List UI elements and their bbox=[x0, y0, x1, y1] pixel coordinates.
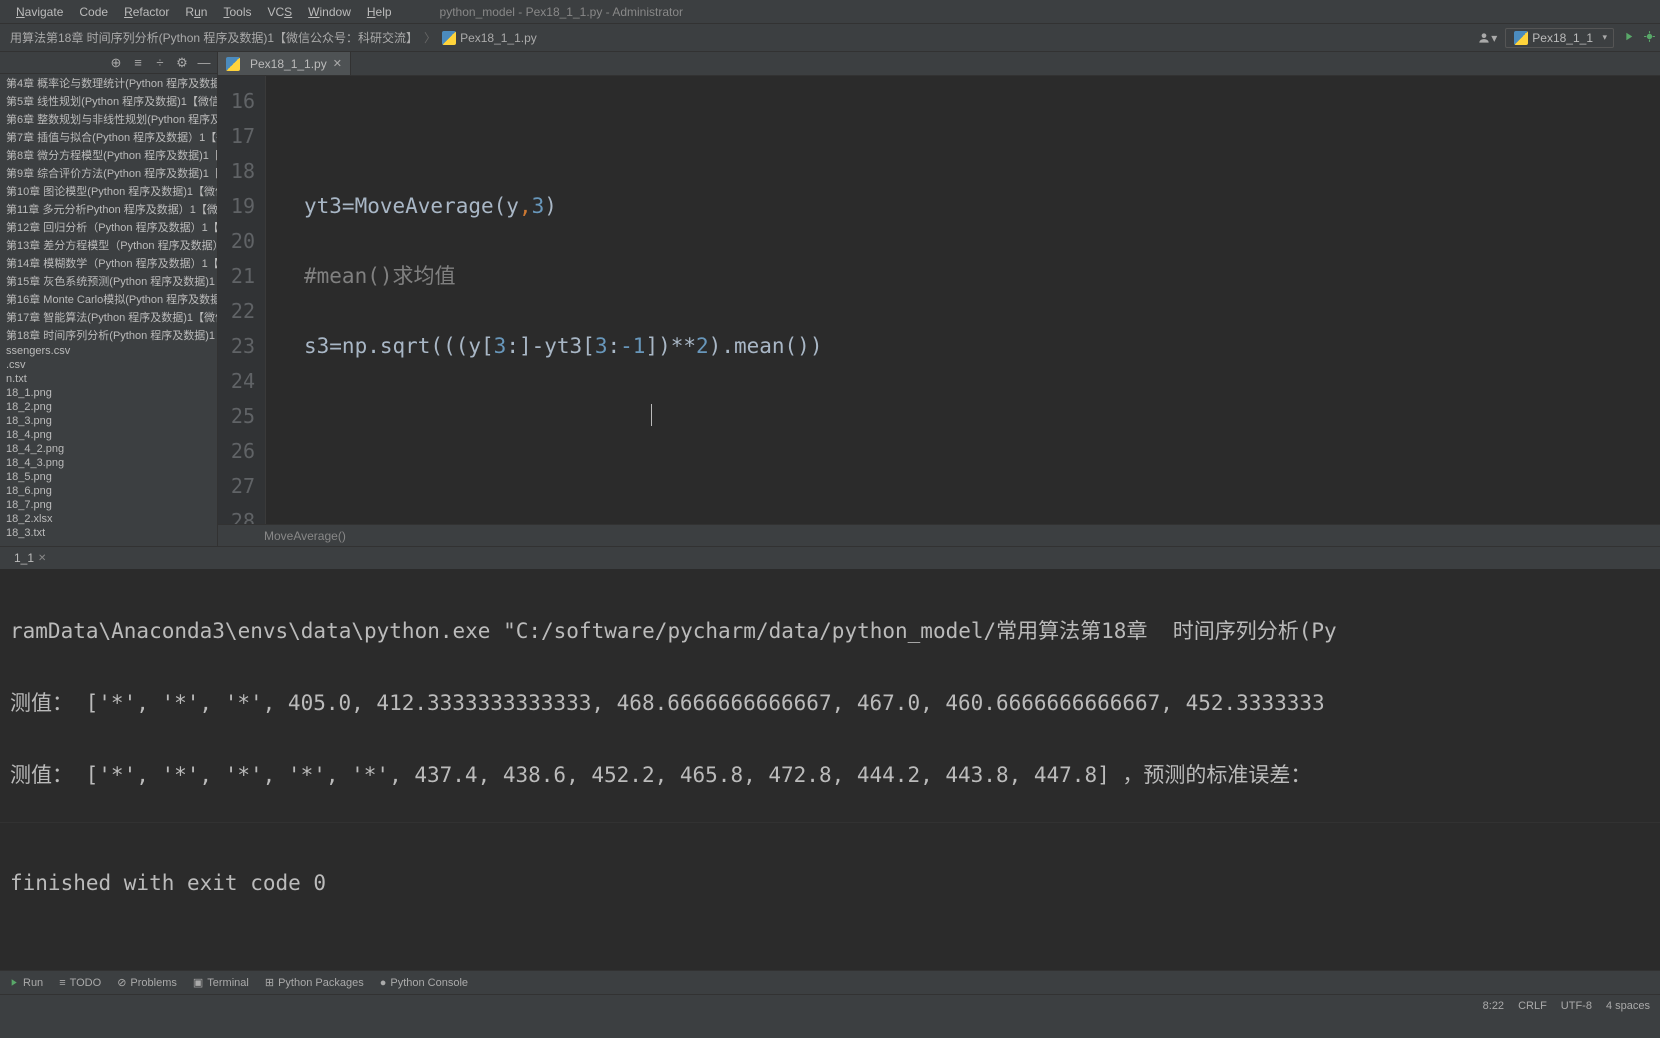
menu-help[interactable]: Help bbox=[359, 3, 400, 21]
close-icon[interactable]: ✕ bbox=[333, 57, 342, 70]
code-content[interactable]: yt3=MoveAverage(y,3) #mean()求均值 s3=np.sq… bbox=[266, 76, 1660, 524]
tree-item[interactable]: 第12章 回归分析（Python 程序及数据）1【微信公 bbox=[0, 218, 217, 236]
tree-item[interactable]: 第15章 灰色系统预测(Python 程序及数据)1【微信 bbox=[0, 272, 217, 290]
tree-item[interactable]: 18_1.png bbox=[0, 386, 217, 400]
tab-label: Pex18_1_1.py bbox=[250, 57, 327, 71]
expand-icon[interactable]: ≡ bbox=[131, 56, 145, 70]
indent-setting[interactable]: 4 spaces bbox=[1606, 1000, 1650, 1012]
tree-item[interactable]: 18_3.txt bbox=[0, 526, 217, 540]
terminal-tool-button[interactable]: ▣ Terminal bbox=[193, 976, 249, 989]
tree-item[interactable]: 18_4_3.png bbox=[0, 456, 217, 470]
tree-item[interactable]: 第8章 微分方程模型(Python 程序及数据)1【微信 bbox=[0, 146, 217, 164]
bottom-tool-bar: Run ≡ TODO ⊘ Problems ▣ Terminal ⊞ Pytho… bbox=[0, 970, 1660, 994]
tree-item[interactable]: .csv bbox=[0, 358, 217, 372]
editor-tab[interactable]: Pex18_1_1.py ✕ bbox=[218, 52, 351, 75]
tree-item[interactable]: 第4章 概率论与数理统计(Python 程序及数据)1 bbox=[0, 74, 217, 92]
tree-item[interactable]: 18_2.png bbox=[0, 400, 217, 414]
menu-navigate[interactable]: Navigate bbox=[8, 3, 71, 21]
breadcrumb-context: MoveAverage() bbox=[218, 524, 1660, 546]
gutter: 16171819202122232425262728 bbox=[218, 76, 266, 524]
cursor-position[interactable]: 8:22 bbox=[1483, 1000, 1504, 1012]
menu-vcs[interactable]: VCS bbox=[259, 3, 300, 21]
menu-tools[interactable]: Tools bbox=[215, 3, 259, 21]
tree-item[interactable]: 18_6.png bbox=[0, 484, 217, 498]
tree-item[interactable]: 18_5.png bbox=[0, 470, 217, 484]
tree-item[interactable]: 第17章 智能算法(Python 程序及数据)1【微信公众 bbox=[0, 308, 217, 326]
tree-item[interactable]: 第6章 整数规划与非线性规划(Python 程序及数据 bbox=[0, 110, 217, 128]
editor-body[interactable]: 16171819202122232425262728 yt3=MoveAvera… bbox=[218, 76, 1660, 524]
line-separator[interactable]: CRLF bbox=[1518, 1000, 1547, 1012]
menu-run[interactable]: Run bbox=[177, 3, 215, 21]
main-layout: ⊕ ≡ ÷ ⚙ — 第4章 概率论与数理统计(Python 程序及数据)1 第5… bbox=[0, 52, 1660, 546]
debug-button[interactable] bbox=[1643, 30, 1656, 46]
todo-tool-button[interactable]: ≡ TODO bbox=[59, 977, 101, 989]
problems-tool-button[interactable]: ⊘ Problems bbox=[117, 976, 177, 989]
tree-item[interactable]: 第14章 模糊数学（Python 程序及数据）1【微信公 bbox=[0, 254, 217, 272]
editor-tab-bar: Pex18_1_1.py ✕ bbox=[218, 52, 1660, 76]
tree-item[interactable]: 18_3.png bbox=[0, 414, 217, 428]
tree-item[interactable]: 第7章 插值与拟合(Python 程序及数据）1【微信公 bbox=[0, 128, 217, 146]
status-bar: 8:22 CRLF UTF-8 4 spaces bbox=[0, 994, 1660, 1016]
python-packages-tool-button[interactable]: ⊞ Python Packages bbox=[265, 976, 364, 989]
tree-item[interactable]: 第13章 差分方程模型（Python 程序及数据）1【 bbox=[0, 236, 217, 254]
menu-code[interactable]: Code bbox=[71, 3, 116, 21]
python-file-icon bbox=[226, 57, 240, 71]
tree-item[interactable]: ssengers.csv bbox=[0, 344, 217, 358]
breadcrumb-sep-icon: 〉 bbox=[424, 29, 436, 46]
python-file-icon bbox=[1514, 31, 1528, 45]
close-icon[interactable]: ✕ bbox=[38, 553, 46, 564]
hide-icon[interactable]: — bbox=[197, 56, 211, 70]
text-cursor bbox=[651, 404, 652, 426]
gear-icon[interactable]: ⚙ bbox=[175, 56, 189, 70]
breadcrumb-item-2[interactable]: Pex18_1_1.py bbox=[436, 31, 543, 45]
run-tool-window: 1_1 ✕ ramData\Anaconda3\envs\data\python… bbox=[0, 546, 1660, 822]
tree-item[interactable]: 第18章 时间序列分析(Python 程序及数据)1【微信 bbox=[0, 326, 217, 344]
python-file-icon bbox=[442, 31, 456, 45]
navigation-bar: 用算法第18章 时间序列分析(Python 程序及数据)1【微信公众号：科研交流… bbox=[0, 24, 1660, 52]
run-configuration-selector[interactable]: Pex18_1_1 bbox=[1505, 28, 1614, 48]
tree-item[interactable]: 18_4.png bbox=[0, 428, 217, 442]
tree-item[interactable]: 第11章 多元分析Python 程序及数据）1【微信公 bbox=[0, 200, 217, 218]
tree-item[interactable]: 18_2.xlsx bbox=[0, 512, 217, 526]
menu-refactor[interactable]: Refactor bbox=[116, 3, 177, 21]
run-button[interactable] bbox=[1622, 30, 1635, 46]
tree-item[interactable]: 18_7.png bbox=[0, 498, 217, 512]
tree-item[interactable]: 第10章 图论模型(Python 程序及数据)1【微信公众 bbox=[0, 182, 217, 200]
tree-item[interactable]: 18_4_2.png bbox=[0, 442, 217, 456]
breadcrumb-file-label: Pex18_1_1.py bbox=[460, 31, 537, 45]
user-icon[interactable]: ▾ bbox=[1477, 31, 1497, 45]
collapse-icon[interactable]: ÷ bbox=[153, 56, 167, 70]
tree-item[interactable]: 第9章 综合评价方法(Python 程序及数据)1【微信 bbox=[0, 164, 217, 182]
breadcrumb-item-1[interactable]: 用算法第18章 时间序列分析(Python 程序及数据)1【微信公众号：科研交流… bbox=[4, 29, 424, 46]
project-tree[interactable]: 第4章 概率论与数理统计(Python 程序及数据)1 第5章 线性规划(Pyt… bbox=[0, 74, 217, 546]
editor-area: Pex18_1_1.py ✕ 1617181920212223242526272… bbox=[218, 52, 1660, 546]
run-tab[interactable]: 1_1 ✕ bbox=[6, 551, 54, 565]
python-console-tool-button[interactable]: ● Python Console bbox=[380, 977, 468, 989]
menu-window[interactable]: Window bbox=[300, 3, 359, 21]
run-tool-button[interactable]: Run bbox=[8, 977, 43, 989]
window-title: python_model - Pex18_1_1.py - Administra… bbox=[440, 5, 683, 19]
menu-bar: Navigate Code Refactor Run Tools VCS Win… bbox=[0, 0, 1660, 24]
run-tab-label: 1_1 bbox=[14, 551, 34, 565]
project-sidebar: ⊕ ≡ ÷ ⚙ — 第4章 概率论与数理统计(Python 程序及数据)1 第5… bbox=[0, 52, 218, 546]
run-tab-bar: 1_1 ✕ bbox=[0, 547, 1660, 569]
sidebar-toolbar: ⊕ ≡ ÷ ⚙ — bbox=[0, 52, 217, 74]
tree-item[interactable]: n.txt bbox=[0, 372, 217, 386]
tree-item[interactable]: 第5章 线性规划(Python 程序及数据)1【微信公众 bbox=[0, 92, 217, 110]
run-config-label: Pex18_1_1 bbox=[1532, 31, 1593, 45]
file-encoding[interactable]: UTF-8 bbox=[1561, 1000, 1592, 1012]
locate-icon[interactable]: ⊕ bbox=[109, 56, 123, 70]
tree-item[interactable]: 第16章 Monte Carlo模拟(Python 程序及数据)1 bbox=[0, 290, 217, 308]
